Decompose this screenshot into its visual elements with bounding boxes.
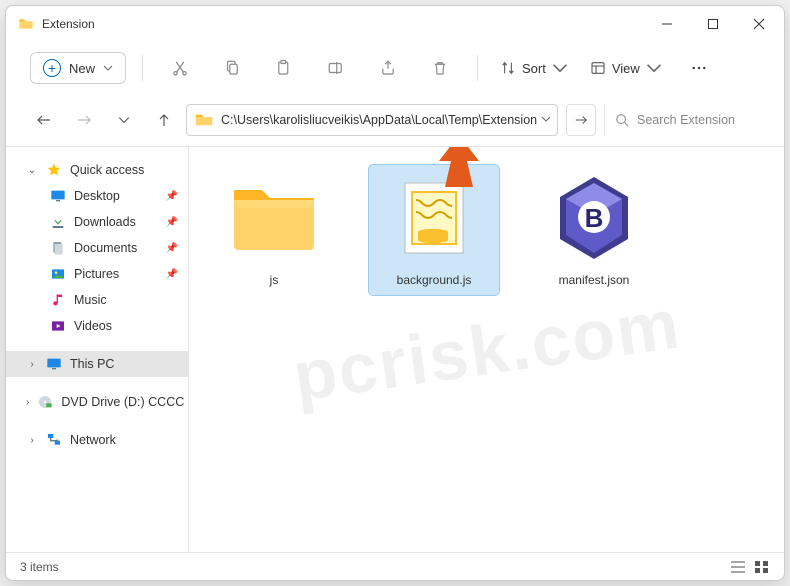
up-button[interactable] [146,106,182,134]
pin-icon: 📌 [166,217,178,228]
maximize-button[interactable] [690,8,736,40]
sidebar-item-downloads[interactable]: Downloads 📌 [6,209,188,235]
sort-icon [500,60,516,76]
chevron-down-icon [552,60,568,76]
desktop-icon [50,188,66,204]
folder-icon [195,113,213,127]
file-name: js [270,273,279,287]
view-label: View [612,61,640,76]
folder-icon [18,16,34,32]
sidebar-item-pictures[interactable]: Pictures 📌 [6,261,188,287]
address-bar[interactable]: C:\Users\karolisliucveikis\AppData\Local… [186,104,558,136]
sidebar-label: Videos [74,319,112,333]
status-text: 3 items [20,560,59,574]
sidebar-item-network[interactable]: › Network [6,427,188,453]
separator-icon [477,55,478,81]
pin-icon: 📌 [166,191,178,202]
network-icon [46,432,62,448]
file-name: manifest.json [559,273,630,287]
icons-view-icon [754,560,770,574]
refresh-button[interactable] [566,104,596,136]
chevron-right-icon: › [26,435,38,446]
disc-icon [37,394,53,410]
sidebar-item-desktop[interactable]: Desktop 📌 [6,183,188,209]
file-view[interactable]: js background.js [189,147,784,552]
sidebar-label: Downloads [74,215,136,229]
sidebar-quick-access[interactable]: ⌄ Quick access [6,157,188,183]
chevron-down-icon [646,60,662,76]
chevron-right-icon: › [26,397,29,408]
recent-button[interactable] [106,106,142,134]
file-item-jsonfile[interactable]: B manifest.json [529,165,659,295]
nav-pane: ⌄ Quick access Desktop 📌 Downloads 📌 Doc… [6,147,189,552]
download-icon [50,214,66,230]
forward-button[interactable] [66,106,102,134]
videos-icon [50,318,66,334]
chevron-down-icon [103,63,113,73]
copy-button[interactable] [211,50,253,86]
search-icon [615,113,629,127]
sidebar-label: Network [70,433,116,447]
file-name: background.js [397,273,472,287]
sort-label: Sort [522,61,546,76]
address-path: C:\Users\karolisliucveikis\AppData\Local… [221,113,537,127]
script-file-icon [404,182,464,254]
sidebar-label: Documents [74,241,137,255]
sidebar-label: Desktop [74,189,120,203]
pin-icon: 📌 [166,243,178,254]
view-toggle[interactable] [730,560,770,574]
sidebar-label: DVD Drive (D:) CCCC [61,395,184,409]
sidebar-label: Music [74,293,107,307]
file-item-jsfile[interactable]: background.js [369,165,499,295]
delete-button[interactable] [419,50,461,86]
paste-button[interactable] [263,50,305,86]
close-button[interactable] [736,8,782,40]
explorer-window: Extension + New Sort View [5,5,785,581]
status-bar: 3 items [6,552,784,580]
rename-button[interactable] [315,50,357,86]
minimize-button[interactable] [644,8,690,40]
separator-icon [142,55,143,81]
main-area: ⌄ Quick access Desktop 📌 Downloads 📌 Doc… [6,147,784,552]
sort-button[interactable]: Sort [494,60,574,76]
plus-icon: + [43,59,61,77]
sidebar-label: Pictures [74,267,119,281]
search-input[interactable]: Search Extension [604,104,768,136]
more-button[interactable] [678,50,720,86]
pictures-icon [50,266,66,282]
toolbar: + New Sort View [6,42,784,100]
chevron-down-icon: ⌄ [26,165,38,176]
title-bar: Extension [6,6,784,42]
chevron-down-icon[interactable] [541,111,551,129]
monitor-icon [46,356,62,372]
sidebar-item-dvd[interactable]: › DVD Drive (D:) CCCC [6,389,188,415]
nav-row: C:\Users\karolisliucveikis\AppData\Local… [6,100,784,147]
file-item-folder[interactable]: js [209,165,339,295]
sidebar-label: This PC [70,357,114,371]
sidebar-item-videos[interactable]: Videos [6,313,188,339]
window-title: Extension [42,17,95,31]
json-file-icon: B [554,175,634,261]
music-icon [50,292,66,308]
sidebar-item-music[interactable]: Music [6,287,188,313]
view-button[interactable]: View [584,60,668,76]
documents-icon [50,240,66,256]
new-button-label: New [69,61,95,76]
search-placeholder: Search Extension [637,113,735,127]
back-button[interactable] [26,106,62,134]
chevron-right-icon: › [26,359,38,370]
pin-icon: 📌 [166,269,178,280]
details-view-icon [730,560,746,574]
star-icon [46,162,62,178]
cut-button[interactable] [159,50,201,86]
view-icon [590,60,606,76]
share-button[interactable] [367,50,409,86]
watermark-text: pcrisk.com [288,283,685,416]
folder-icon [230,182,318,254]
sidebar-label: Quick access [70,163,144,177]
sidebar-item-this-pc[interactable]: › This PC [6,351,188,377]
sidebar-item-documents[interactable]: Documents 📌 [6,235,188,261]
svg-text:B: B [585,203,604,233]
new-button[interactable]: + New [30,52,126,84]
